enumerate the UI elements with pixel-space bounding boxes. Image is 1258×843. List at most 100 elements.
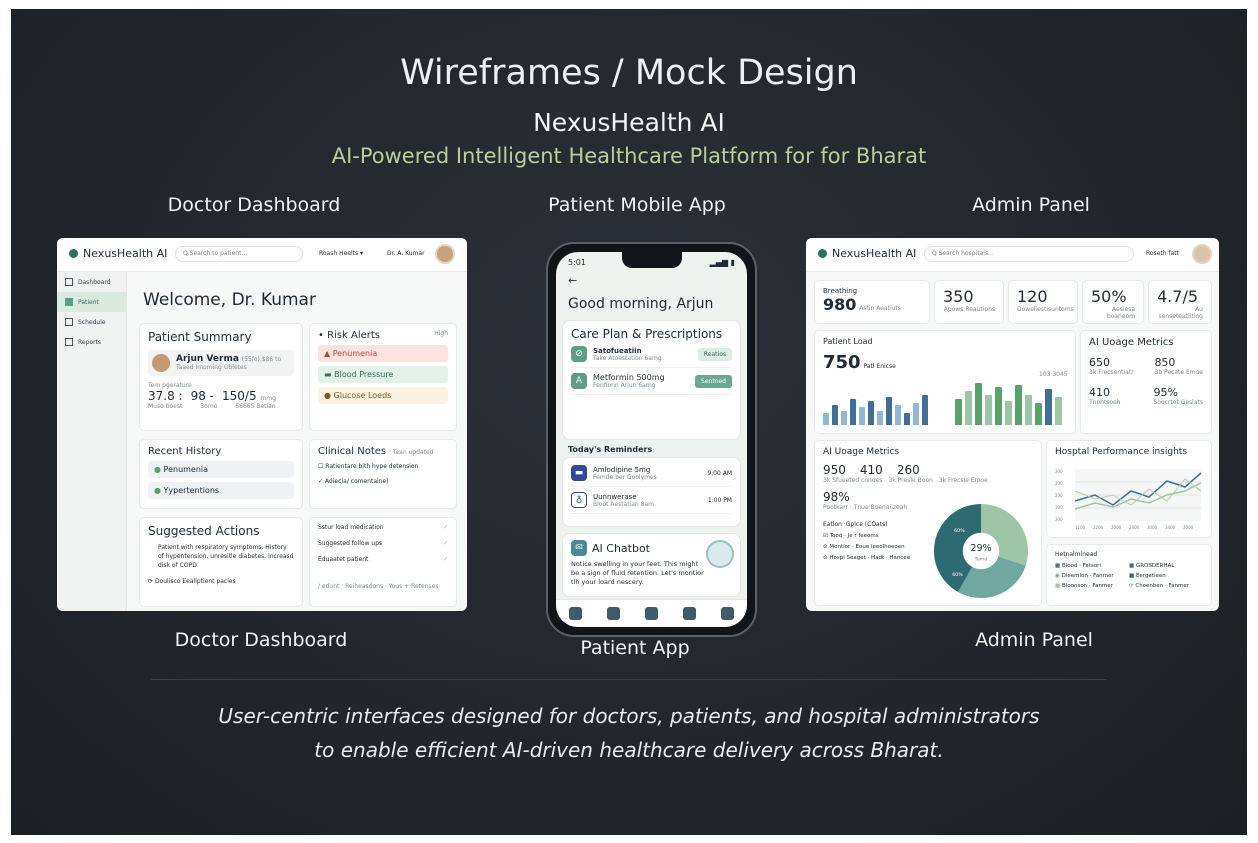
usage-sub: Soocrtet Geslats [1153, 399, 1203, 406]
stat-sub: Doweliestisuntoms [1017, 306, 1074, 313]
chevron-down-icon: ▾ [360, 250, 364, 257]
usage-value: 650 [1089, 356, 1110, 369]
risk-alert-item[interactable]: ● Glucose Loeds [318, 387, 448, 404]
reminders-card: ▬ Amlodipine 5mg Femde ber Goolymes 9:00 … [562, 457, 741, 527]
load-bar [913, 403, 919, 425]
med-detail: Take Atoestation 6amg [593, 354, 662, 362]
chatbot-avatar-icon[interactable] [706, 540, 734, 568]
usage-value: 410 [859, 463, 883, 477]
check-icon [65, 298, 73, 306]
phone-notch [622, 252, 682, 268]
patient-row[interactable]: Arjun Verma (55fo) $86 to Taaed Imoming … [148, 350, 294, 376]
user-menu[interactable]: Dr. A. Kumar [387, 250, 425, 257]
vitals-sub: 56665 Betian [235, 403, 276, 410]
welcome-heading: Welcome, Dr. Kumar [143, 290, 316, 310]
medication-row[interactable]: A Metformin 500mg Fenfionn Arjun 6amg Sen… [571, 368, 732, 395]
reminder-name: Uunnwerase [593, 492, 637, 501]
load-bar [904, 413, 910, 425]
ai-chatbot-card[interactable]: ✉ AI Chatbot Notice swelling in your feet… [562, 533, 741, 597]
usage-row: 650 3k Frecsentiatr 850 3b Pecate Emoe [1089, 356, 1203, 376]
alert-label: Penumenia [332, 349, 378, 358]
care-plan-card: Care Plan & Prescriptions ⊘ Satofueatiin… [562, 320, 741, 440]
legend-label: Blood · Fatsori [1061, 563, 1101, 569]
risk-alert-item[interactable]: ▲ Penumenia [318, 345, 448, 362]
donut-label: 60% [954, 528, 965, 534]
x-tick: 1100 [1075, 525, 1086, 530]
sidebar-item-label: Patient [78, 298, 99, 306]
card-title: AI Uoage Metrics [1089, 337, 1174, 348]
risk-level: High [434, 330, 448, 337]
med-action-button[interactable]: Reatios [697, 347, 732, 361]
patient-search-input[interactable]: Q Search to patient... [175, 246, 303, 262]
sidebar-item-reports[interactable]: Reports [57, 332, 126, 352]
report-icon [65, 338, 73, 346]
card-title: Hosptal Performance insights [1055, 447, 1188, 457]
risk-header: • Risk Alerts High [318, 330, 448, 341]
checklist-item[interactable]: Sstur load medication ✓ [318, 524, 448, 531]
doctor-logo[interactable]: NexusHealth AI [69, 247, 167, 260]
med-action-button[interactable]: Sentned [695, 374, 732, 388]
sidebar-item-patient[interactable]: Patient [57, 292, 126, 312]
brand-name: NexusHealth AI [533, 108, 725, 137]
legend-swatch: ■ [1055, 583, 1061, 589]
x-tick: 2200 [1093, 525, 1104, 530]
reminder-name: Amlodipine 5mg [593, 465, 651, 474]
patient-avatar [152, 354, 170, 372]
action-footer[interactable]: ⟳ Doulisco Eealiptient pacies [148, 578, 294, 585]
medication-row[interactable]: ⊘ Satofueatiin Take Atoestation 6amg Reat… [571, 341, 732, 368]
legend-title: Hetnalminead [1055, 551, 1098, 558]
reminder-row[interactable]: ▬ Amlodipine 5mg Femde ber Goolymes 9:00 … [571, 460, 732, 487]
load-bar-chart [823, 391, 943, 425]
card-title: Patient Load [823, 337, 873, 346]
legend-label: GROSDERHAL [1135, 563, 1175, 569]
patient-summary-card: Patient Summary Arjun Verma (55fo) $86 t… [139, 323, 303, 431]
history-item[interactable]: ● Yypertentions [148, 482, 294, 499]
legend-grid: ■ Blood · Fatsori ■ GROSDERHAL ◉ Dieemio… [1055, 563, 1203, 589]
hospital-search-input[interactable]: Q Search hospitals... [924, 246, 1134, 262]
home-icon[interactable] [568, 607, 582, 620]
caption-doctor: Doctor Dashboard [174, 629, 348, 651]
checklist-footer: / edunt · Reiheasdons · Yous + Retenses [318, 583, 439, 590]
sidebar-item-schedule[interactable]: Schedule [57, 312, 126, 332]
department-dropdown[interactable]: Roash Heelts ▾ [319, 250, 363, 257]
usage-value: 850 [1154, 356, 1176, 369]
risk-alert-item[interactable]: ▬ Blood Pressure [318, 366, 448, 383]
patient-info: Arjun Verma (55fo) $86 to Taaed Imoming … [176, 354, 281, 372]
stat-label: Breathing [823, 287, 858, 295]
card-title: Suggested Actions [148, 524, 260, 538]
usage-item: 410 Tnohtsoeh [1089, 386, 1121, 406]
avatar[interactable] [1192, 244, 1212, 264]
page-title: Wireframes / Mock Design [400, 53, 858, 93]
legend-label: Eergetieen [1135, 573, 1166, 579]
avatar[interactable] [435, 244, 455, 264]
profile-icon[interactable] [721, 607, 735, 620]
camera-icon[interactable] [606, 607, 620, 620]
sidebar-item-dashboard[interactable]: Dashboard [57, 272, 126, 292]
back-arrow-icon[interactable]: ← [568, 274, 577, 287]
patient-meta: (55fo) $86 to [241, 356, 282, 363]
note-item[interactable]: ✓ Adiecia/ comentaine) [318, 478, 448, 485]
card-title: AI Chatbot [592, 541, 650, 555]
vitals-label: Tem pgerature [148, 382, 192, 389]
usage-subs: 3k Sfueeted condes 3k Presle Boon 3k Fre… [823, 477, 1033, 484]
admin-logo[interactable]: NexusHealth AI [818, 247, 916, 260]
note-item[interactable]: ☐ Ratientare bith hype detension [318, 463, 448, 470]
logo-icon [818, 249, 827, 258]
stat-value: 4.7/5 [1157, 287, 1199, 306]
calendar-icon[interactable] [683, 607, 697, 620]
checklist-item[interactable]: Suggested follow ups ✓ [318, 540, 448, 547]
load-annotation: 103 3045 [1039, 371, 1068, 378]
reminder-row[interactable]: ♁ Uunnwerase Bloot Aestatian 8am 1:00 PM [571, 487, 732, 514]
history-item[interactable]: ● Penumenia [148, 461, 294, 478]
legend-label: Montior · Eoue leeolhoeoen [829, 544, 905, 550]
vitals-row: 37.8 : 98 - 150/5 mmg [148, 389, 294, 403]
stat-value: 120 [1017, 287, 1048, 306]
patient-name: Arjun Verma [176, 354, 239, 364]
checklist-item[interactable]: Eduaatet patient ✓ [318, 556, 448, 563]
card-title: AI Uoage Metrics [823, 447, 900, 457]
pill-icon[interactable] [644, 607, 658, 620]
usage-value: 950 [823, 463, 846, 477]
x-tick: 3000 [1147, 525, 1158, 530]
stat-sub: Apows Reautions [943, 306, 995, 313]
account-menu[interactable]: Roseth fatt [1146, 250, 1179, 257]
